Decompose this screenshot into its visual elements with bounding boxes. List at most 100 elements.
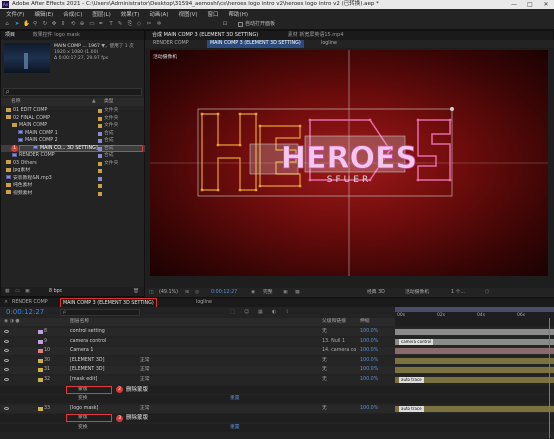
clone-tool-icon[interactable]: ⎘: [127, 21, 133, 27]
region-icon[interactable]: ▣: [283, 288, 288, 297]
renderer-select[interactable]: 经典 3D: [367, 288, 385, 297]
label-color-swatch[interactable]: [98, 191, 102, 196]
always-preview-icon[interactable]: ◫: [149, 288, 154, 297]
layer-label-swatch[interactable]: [38, 406, 43, 411]
layer-duration-bar[interactable]: [395, 367, 554, 374]
menu-animation[interactable]: 动画(A): [149, 10, 168, 18]
visibility-eye-icon[interactable]: [4, 378, 9, 381]
menu-file[interactable]: 文件(F): [6, 10, 24, 18]
label-color-swatch[interactable]: [98, 146, 102, 151]
layer-label-swatch[interactable]: [38, 378, 43, 382]
label-color-swatch[interactable]: [98, 176, 102, 181]
layer-name[interactable]: control setting: [70, 328, 105, 336]
toggle-3d-icon[interactable]: ⬡: [485, 288, 489, 297]
maximize-button[interactable]: □: [522, 0, 538, 9]
layer-duration-bar[interactable]: [395, 348, 554, 355]
transparency-grid-icon[interactable]: ▩: [295, 288, 300, 297]
project-item[interactable]: 02 FINAL COMP 文件夹: [1, 115, 146, 123]
menu-composition[interactable]: 合成(C): [63, 10, 82, 18]
text-tool-icon[interactable]: T: [108, 21, 114, 27]
layer-property-row[interactable]: 变换 重置: [0, 395, 554, 404]
blend-mode-select[interactable]: 正常: [140, 357, 150, 365]
draft-3d-icon[interactable]: ⬚: [230, 309, 235, 315]
hand-tool-icon[interactable]: ✋: [23, 21, 30, 27]
snapshot-icon[interactable]: ◎: [195, 288, 199, 297]
menu-layer[interactable]: 图层(L): [92, 10, 110, 18]
rectangle-tool-icon[interactable]: ▭: [89, 21, 95, 27]
new-folder-icon[interactable]: ▭: [15, 287, 20, 296]
reset-link[interactable]: 重置: [230, 424, 240, 432]
layer-label-swatch[interactable]: [38, 358, 43, 363]
layer-property-row[interactable]: 蒙版 2 删除蒙版: [0, 385, 554, 394]
layer-duration-bar[interactable]: auto trace: [395, 405, 554, 412]
layer-label-swatch[interactable]: [38, 368, 43, 373]
zoom-level[interactable]: (49.1%): [159, 288, 178, 297]
work-area-bar[interactable]: [395, 307, 554, 312]
new-comp-icon[interactable]: ▣: [25, 287, 30, 296]
property-name[interactable]: 变换: [78, 424, 88, 432]
visibility-eye-icon[interactable]: [4, 358, 9, 362]
bit-depth-label[interactable]: 8 bpc: [49, 287, 62, 296]
layer-duration-bar[interactable]: [395, 357, 554, 364]
stretch-value[interactable]: 100.0%: [360, 328, 378, 336]
project-item[interactable]: MAIN COMP 文件夹: [1, 122, 146, 130]
nav-logline[interactable]: logline: [321, 40, 337, 48]
project-item[interactable]: 03 Others 文件夹: [1, 160, 146, 168]
column-stretch[interactable]: 伸缩: [360, 318, 370, 326]
layer-name[interactable]: camera control: [70, 338, 106, 346]
delete-icon[interactable]: 🗑: [133, 287, 139, 296]
layer-property-row[interactable]: 蒙版 3 删除蒙版: [0, 414, 554, 423]
menu-window[interactable]: 窗口: [208, 10, 219, 18]
menu-effect[interactable]: 效果(T): [121, 10, 140, 18]
roto-tool-icon[interactable]: ✂: [146, 21, 152, 27]
parent-select[interactable]: 无: [322, 366, 327, 374]
stretch-value[interactable]: 100.0%: [360, 366, 378, 374]
timeline-tab-render-comp[interactable]: RENDER COMP: [12, 298, 48, 307]
project-item[interactable]: MAIN COMP 1 合成: [1, 130, 146, 138]
fit-icon[interactable]: ⊞: [185, 288, 189, 297]
motion-blur-icon[interactable]: ◐: [272, 309, 276, 315]
label-color-swatch[interactable]: [98, 131, 102, 136]
dolly-tool-icon[interactable]: ⇕: [60, 21, 66, 27]
visibility-eye-icon[interactable]: [4, 368, 9, 372]
layer-row[interactable]: 9 camera control 13. Null 1 100.0% camera co…: [0, 337, 554, 346]
label-color-swatch[interactable]: [98, 139, 102, 143]
brush-tool-icon[interactable]: ✎: [117, 21, 123, 27]
timeline-tab-logline[interactable]: logline: [196, 298, 212, 307]
label-color-swatch[interactable]: [98, 116, 102, 121]
layer-duration-bar[interactable]: auto trace: [395, 377, 554, 383]
nav-render-comp[interactable]: RENDER COMP: [153, 40, 189, 48]
tab-composition-viewer[interactable]: 合成 MAIN COMP 3 (ELEMENT 3D SETTING): [152, 32, 258, 38]
project-item[interactable]: 01 EDIT COMP 文件夹: [1, 107, 146, 115]
layer-search-input[interactable]: ρ: [60, 309, 140, 316]
layer-name[interactable]: [mask edit]: [70, 376, 97, 384]
parent-select[interactable]: 14. camera co: [322, 347, 356, 355]
label-color-swatch[interactable]: [98, 169, 102, 173]
layer-row[interactable]: 10 Camera 1 14. camera co 100.0%: [0, 347, 554, 356]
label-color-swatch[interactable]: [98, 124, 102, 128]
stretch-value[interactable]: 100.0%: [360, 347, 378, 355]
pan-tool-icon[interactable]: ✥: [51, 21, 57, 27]
stretch-value[interactable]: 100.0%: [360, 405, 378, 413]
tab-effect-controls[interactable]: 效果控件 logo mask: [33, 32, 80, 38]
column-parent[interactable]: 父级和链接: [322, 318, 346, 326]
property-name[interactable]: 变换: [78, 395, 88, 403]
layer-duration-bar[interactable]: [395, 329, 554, 335]
project-item[interactable]: 1 MAIN CO... 3D SETTING] 合成: [1, 144, 146, 152]
menu-view[interactable]: 视图(V): [178, 10, 197, 18]
home-icon[interactable]: ⌂: [4, 21, 10, 27]
auto-open-panel-checkbox[interactable]: [238, 22, 243, 27]
rotate-tool-icon[interactable]: ⟲: [70, 21, 76, 27]
layer-property-row[interactable]: 变换 重置: [0, 424, 554, 432]
zoom-tool-icon[interactable]: ⚲: [32, 21, 38, 27]
layer-row[interactable]: 33 [logo mask] 正常 无 100.0% auto trace: [0, 404, 554, 413]
layer-name[interactable]: Camera 1: [70, 347, 93, 355]
parent-select[interactable]: 无: [322, 405, 327, 413]
layer-row[interactable]: 31 [ELEMENT 3D] 正常 无 100.0%: [0, 366, 554, 375]
eraser-tool-icon[interactable]: ◇: [136, 21, 142, 27]
project-item[interactable]: 纯色素材: [1, 182, 146, 190]
reset-link[interactable]: 重置: [230, 395, 240, 403]
column-layer-name[interactable]: 图层名称: [70, 318, 89, 326]
layer-label-swatch[interactable]: [38, 349, 43, 354]
visibility-eye-icon[interactable]: [4, 330, 9, 333]
